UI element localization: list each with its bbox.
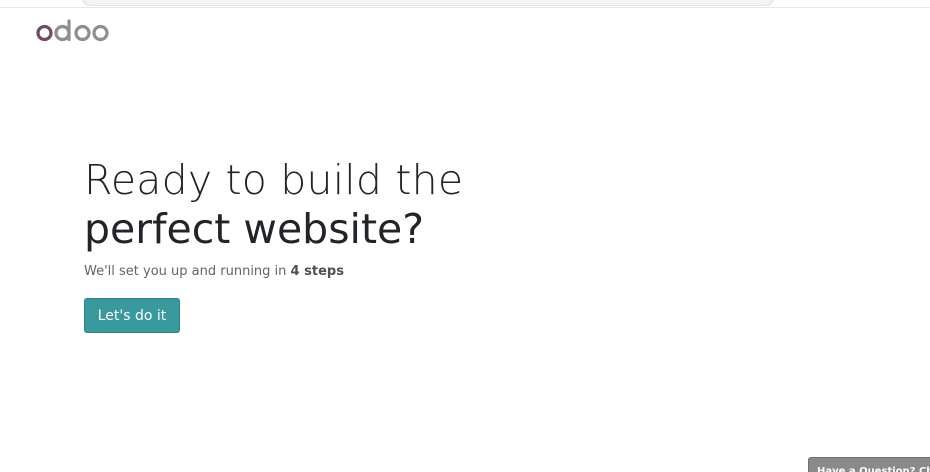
odoo-logo[interactable]: odoo [36,19,110,45]
odoo-logo-icon [36,19,109,42]
headline-line-2: perfect website? [84,205,425,253]
page: odoo Ready to build the perfect website?… [0,0,930,472]
hero-section: Ready to build the perfect website? We'l… [84,156,604,279]
livechat-button[interactable]: Have a Question? Chat with us. [808,457,930,472]
address-bar[interactable] [82,0,774,6]
subtitle: We'll set you up and running in 4 steps [84,264,604,279]
headline-line-1: Ready to build the [84,156,464,204]
subtitle-text: We'll set you up and running in [84,264,291,279]
subtitle-steps-count: 4 steps [290,264,344,279]
lets-do-it-button[interactable]: Let's do it [84,298,180,333]
browser-top-strip [0,0,930,8]
